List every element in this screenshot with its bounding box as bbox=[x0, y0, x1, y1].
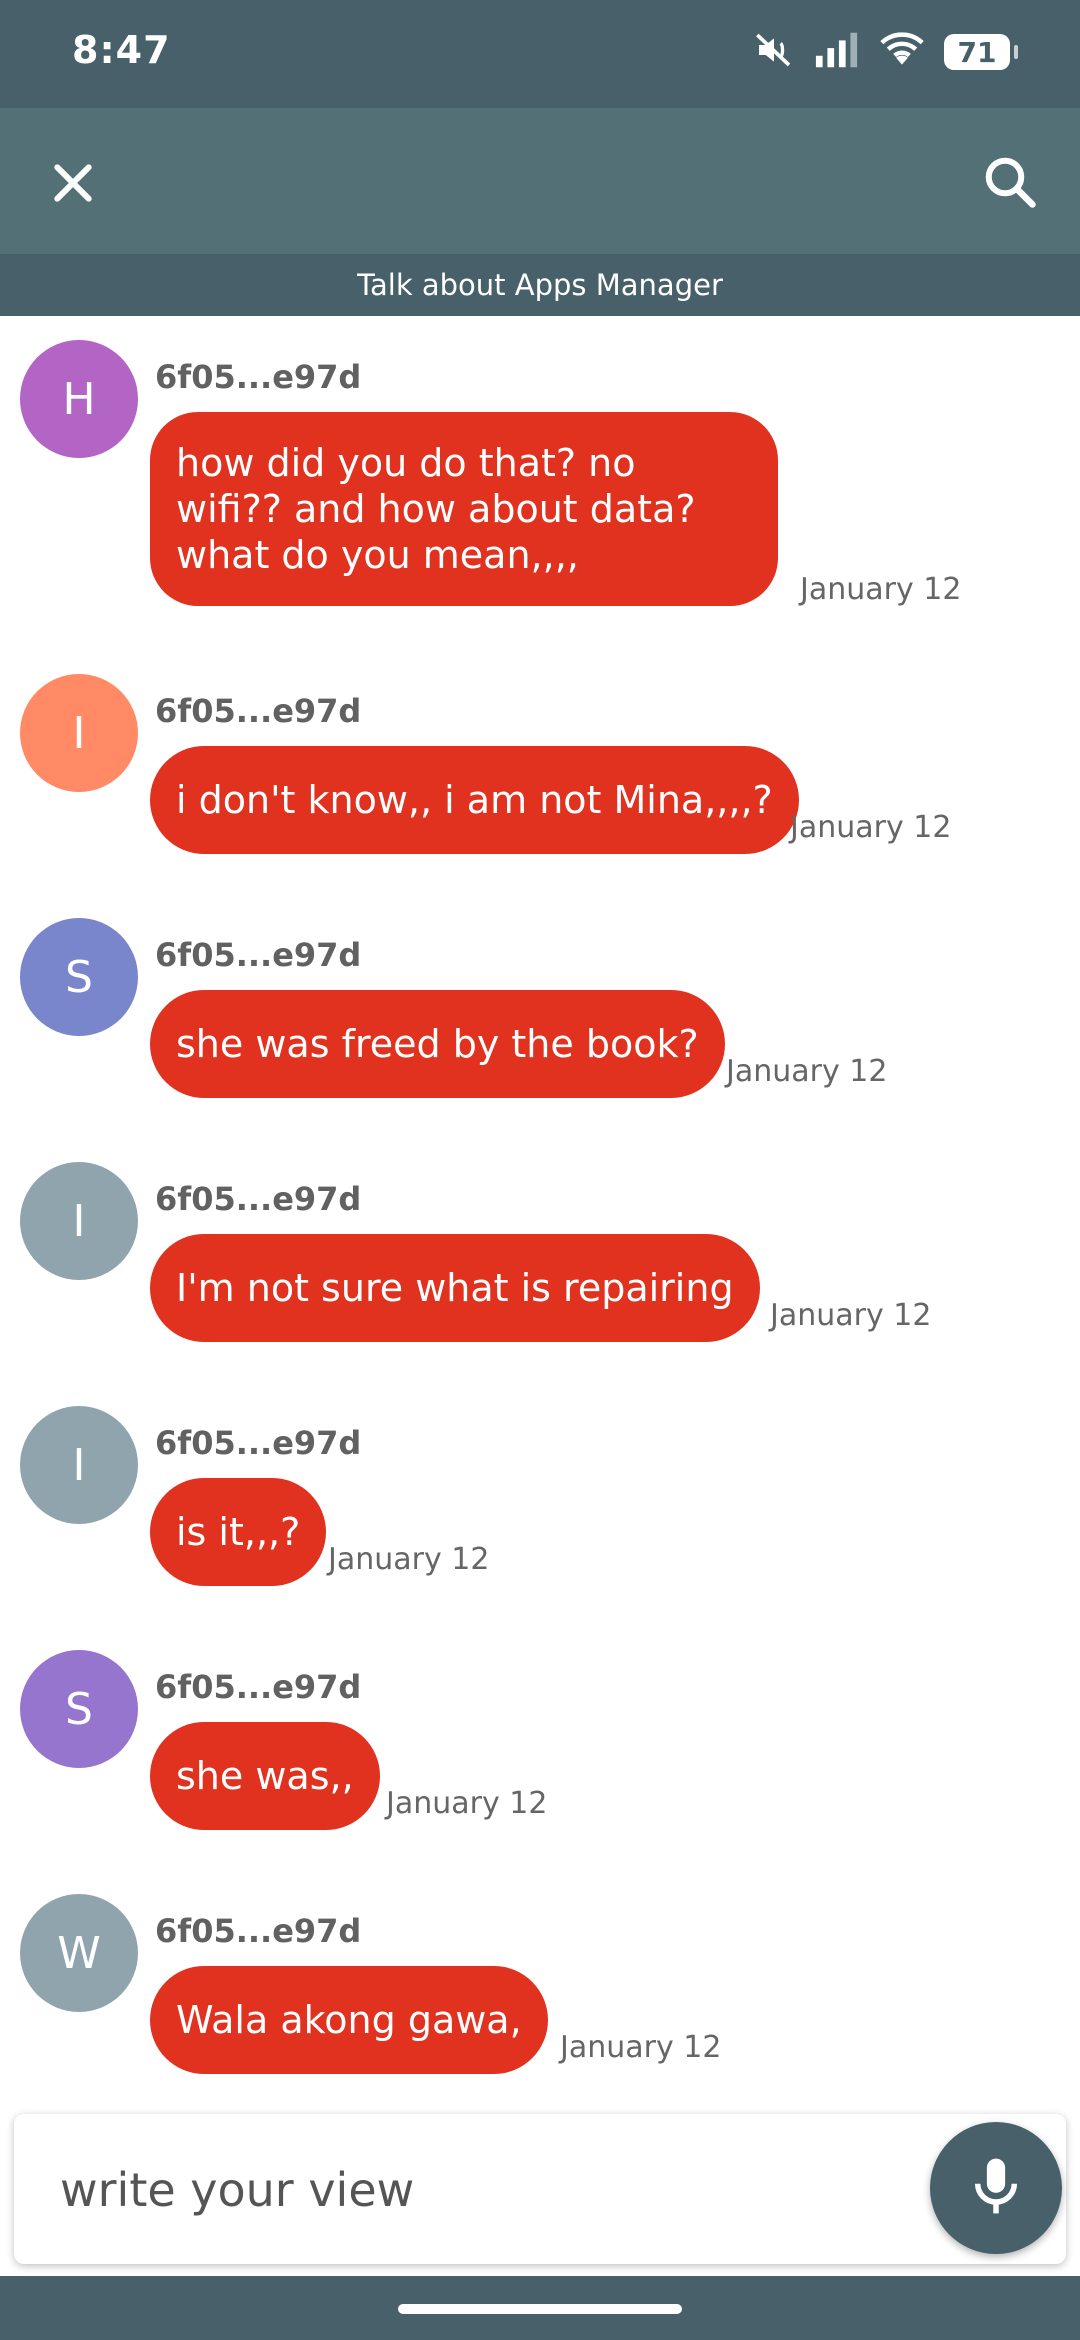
status-time: 8:47 bbox=[72, 28, 171, 72]
close-icon[interactable] bbox=[46, 156, 100, 210]
signal-icon bbox=[814, 32, 860, 72]
avatar[interactable]: H bbox=[20, 340, 138, 458]
message-bubble[interactable]: Wala akong gawa, bbox=[150, 1966, 548, 2074]
avatar[interactable]: I bbox=[20, 1406, 138, 1524]
avatar[interactable]: S bbox=[20, 1650, 138, 1768]
message-bubble[interactable]: she was freed by the book? bbox=[150, 990, 725, 1098]
microphone-button[interactable] bbox=[930, 2122, 1062, 2254]
home-indicator[interactable] bbox=[398, 2304, 682, 2314]
status-icons: 71 bbox=[754, 30, 1018, 74]
message-bubble[interactable]: is it,,,? bbox=[150, 1478, 327, 1586]
topic-title: Talk about Apps Manager bbox=[0, 254, 1080, 316]
wifi-icon bbox=[880, 32, 924, 72]
sender-id: 6f05...e97d bbox=[155, 358, 362, 396]
search-icon[interactable] bbox=[980, 152, 1040, 212]
avatar[interactable]: I bbox=[20, 1162, 138, 1280]
message-time: January 12 bbox=[726, 1054, 888, 1089]
message-time: January 12 bbox=[328, 1542, 490, 1577]
sender-id: 6f05...e97d bbox=[155, 1912, 362, 1950]
battery-icon: 71 bbox=[944, 34, 1018, 70]
message-time: January 12 bbox=[770, 1298, 932, 1333]
message-time: January 12 bbox=[386, 1786, 548, 1821]
message-bubble[interactable]: how did you do that? no wifi?? and how a… bbox=[150, 412, 778, 606]
sender-id: 6f05...e97d bbox=[155, 1180, 362, 1218]
microphone-icon bbox=[968, 2154, 1024, 2222]
sender-id: 6f05...e97d bbox=[155, 1424, 362, 1462]
sender-id: 6f05...e97d bbox=[155, 1668, 362, 1706]
system-nav-bar bbox=[0, 2276, 1080, 2340]
message-bubble[interactable]: i don't know,, i am not Mina,,,,? bbox=[150, 746, 799, 854]
view-input[interactable] bbox=[58, 2156, 882, 2224]
battery-level: 71 bbox=[957, 35, 997, 69]
avatar[interactable]: I bbox=[20, 674, 138, 792]
status-bar: 8:47 71 bbox=[0, 0, 1080, 108]
sender-id: 6f05...e97d bbox=[155, 692, 362, 730]
message-time: January 12 bbox=[560, 2030, 722, 2065]
mute-icon bbox=[754, 30, 794, 74]
sender-id: 6f05...e97d bbox=[155, 936, 362, 974]
toolbar bbox=[0, 108, 1080, 254]
avatar[interactable]: W bbox=[20, 1894, 138, 2012]
message-bubble[interactable]: I'm not sure what is repairing bbox=[150, 1234, 760, 1342]
message-list[interactable]: H 6f05...e97d how did you do that? no wi… bbox=[0, 316, 1080, 2110]
message-bubble[interactable]: she was,, bbox=[150, 1722, 380, 1830]
composer bbox=[14, 2114, 1066, 2264]
avatar[interactable]: S bbox=[20, 918, 138, 1036]
message-time: January 12 bbox=[790, 810, 952, 845]
message-time: January 12 bbox=[800, 572, 962, 607]
